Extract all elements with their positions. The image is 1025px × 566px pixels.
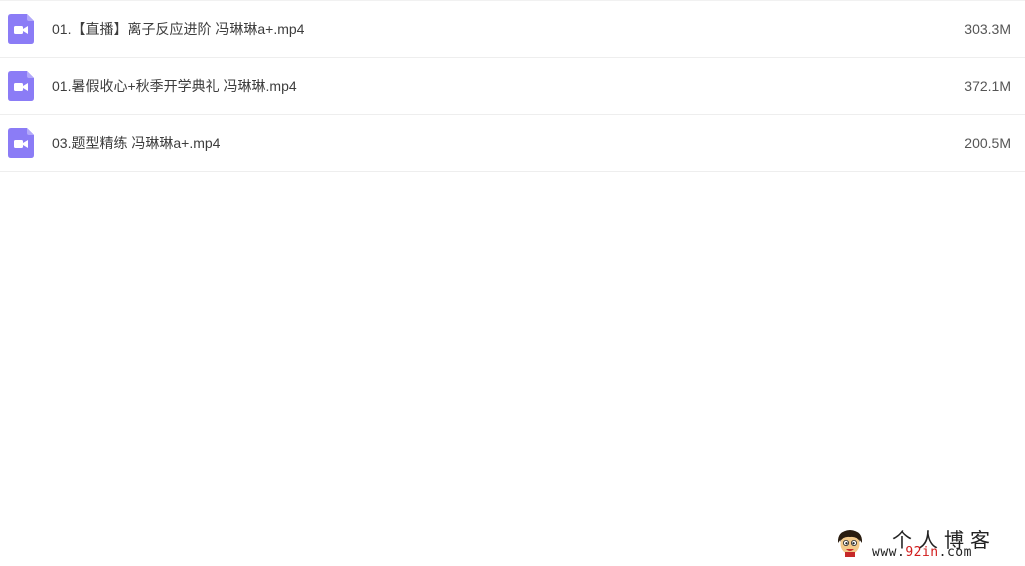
video-file-icon (8, 14, 34, 44)
watermark-url: www.92in.com (872, 545, 972, 560)
file-list: 01.【直播】离子反应进阶 冯琳琳a+.mp4 303.3M 01.暑假收心+秋… (0, 0, 1025, 172)
watermark-url-suffix: .com (938, 545, 972, 560)
video-file-icon (8, 71, 34, 101)
file-size: 200.5M (964, 135, 1011, 151)
file-row[interactable]: 03.题型精练 冯琳琳a+.mp4 200.5M (0, 115, 1025, 172)
video-file-icon (8, 128, 34, 158)
file-row[interactable]: 01.【直播】离子反应进阶 冯琳琳a+.mp4 303.3M (0, 1, 1025, 58)
cartoon-face-logo (835, 527, 865, 557)
file-name[interactable]: 01.【直播】离子反应进阶 冯琳琳a+.mp4 (52, 1, 304, 57)
watermark-url-prefix: www. (872, 545, 906, 560)
file-name[interactable]: 01.暑假收心+秋季开学典礼 冯琳琳.mp4 (52, 58, 297, 114)
file-size: 303.3M (964, 21, 1011, 37)
watermark-url-highlight: 92in (905, 545, 939, 560)
site-watermark: 个人博客 www.92in.com (830, 524, 1025, 566)
file-name[interactable]: 03.题型精练 冯琳琳a+.mp4 (52, 115, 220, 171)
file-row[interactable]: 01.暑假收心+秋季开学典礼 冯琳琳.mp4 372.1M (0, 58, 1025, 115)
file-size: 372.1M (964, 78, 1011, 94)
